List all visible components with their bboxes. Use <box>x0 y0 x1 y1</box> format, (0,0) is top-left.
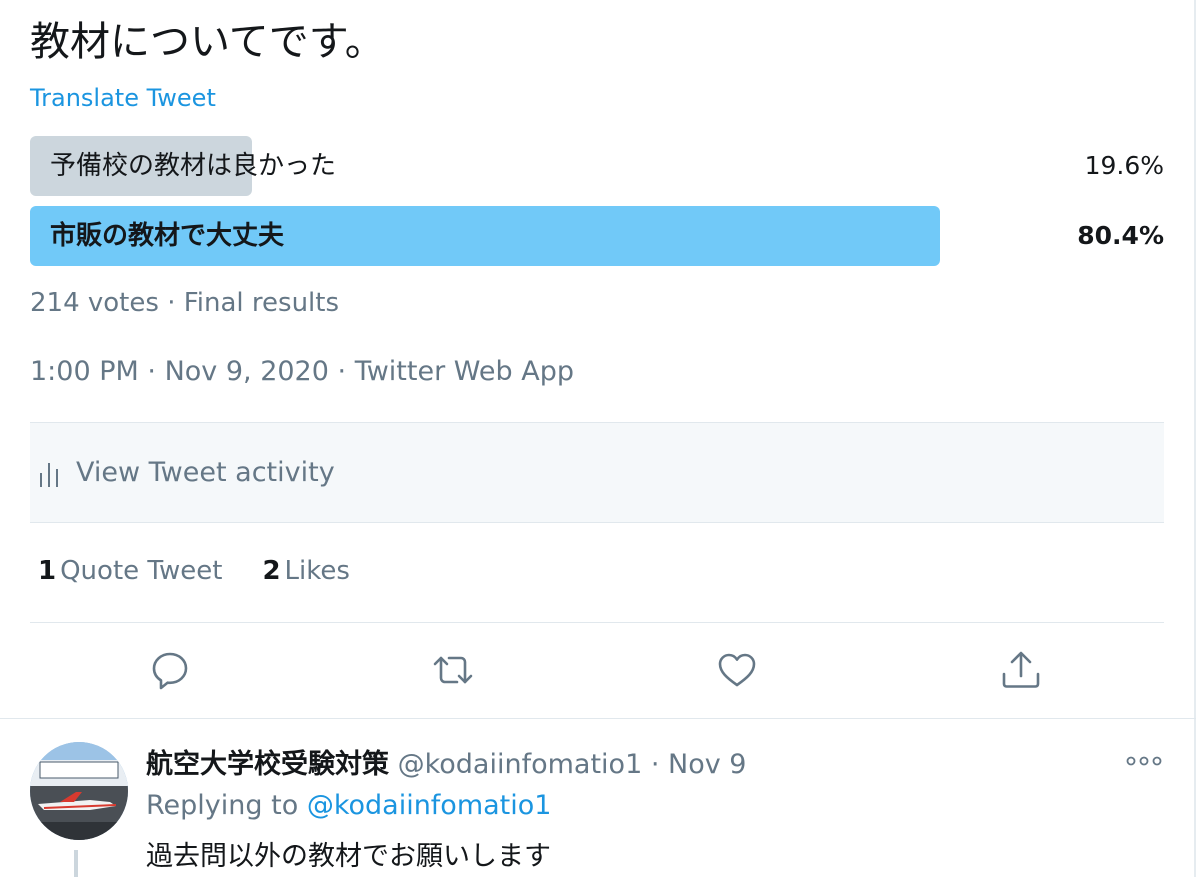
page-right-border <box>1194 0 1196 877</box>
tweet-stats: 1 Quote Tweet 2 Likes <box>38 556 350 586</box>
translate-tweet-link[interactable]: Translate Tweet <box>30 84 216 112</box>
tweet-timestamp: 1:00 PM · Nov 9, 2020 · Twitter Web App <box>30 356 574 387</box>
reply-icon <box>152 652 188 690</box>
quote-tweets-link[interactable]: 1 Quote Tweet <box>38 556 222 586</box>
avatar-image <box>30 742 128 840</box>
share-button[interactable] <box>999 648 1043 692</box>
reply-date[interactable]: Nov 9 <box>668 749 746 780</box>
more-options-icon[interactable] <box>1126 756 1162 766</box>
retweet-button[interactable] <box>431 648 475 692</box>
quote-tweet-label: Quote Tweet <box>60 556 223 586</box>
share-icon <box>1002 651 1040 688</box>
poll-option-2-percent: 80.4% <box>1077 221 1164 250</box>
replying-to-handle[interactable]: @kodaiinfomatio1 <box>307 790 552 821</box>
thread-line <box>74 850 78 877</box>
likes-link[interactable]: 2 Likes <box>262 556 349 586</box>
tweet-actions <box>0 648 1196 698</box>
likes-label: Likes <box>284 556 350 586</box>
bar-chart-icon <box>40 463 58 487</box>
tweet-source[interactable]: Twitter Web App <box>355 356 574 387</box>
meta-separator-1: · <box>147 356 156 387</box>
poll-option-1-label: 予備校の教材は良かった <box>50 151 337 181</box>
replying-to-prefix: Replying to <box>146 790 299 821</box>
divider <box>0 718 1196 719</box>
likes-count: 2 <box>262 556 281 586</box>
poll-status: Final results <box>183 288 340 318</box>
poll-summary: 214 votes · Final results <box>30 288 339 318</box>
reply-header: 航空大学校受験対策 @kodaiinfomatio1 · Nov 9 <box>146 742 747 781</box>
poll-option-1: 予備校の教材は良かった 19.6% <box>30 136 1164 196</box>
avatar[interactable] <box>30 742 128 840</box>
retweet-icon <box>433 656 473 684</box>
meta-separator-2: · <box>337 356 347 387</box>
poll-option-1-percent: 19.6% <box>1084 151 1164 180</box>
reply-button[interactable] <box>148 648 192 692</box>
reply-author-name[interactable]: 航空大学校受験対策 <box>146 749 389 780</box>
reply-author-handle[interactable]: @kodaiinfomatio1 <box>398 749 643 780</box>
like-button[interactable] <box>715 648 759 692</box>
divider <box>30 622 1164 623</box>
tweet-text: 教材についてです。 <box>30 19 385 65</box>
tweet-time[interactable]: 1:00 PM <box>30 356 139 387</box>
view-tweet-activity-button[interactable]: View Tweet activity <box>30 423 1164 522</box>
tweet-date[interactable]: Nov 9, 2020 <box>165 356 329 387</box>
poll-option-2: 市販の教材で大丈夫 80.4% <box>30 206 1164 266</box>
replying-to: Replying to @kodaiinfomatio1 <box>146 790 551 821</box>
quote-tweet-count: 1 <box>38 556 57 586</box>
poll-separator: · <box>167 288 176 318</box>
heart-icon <box>718 653 756 687</box>
poll-option-2-label: 市販の教材で大丈夫 <box>50 221 285 251</box>
view-tweet-activity-label: View Tweet activity <box>76 457 335 488</box>
poll-votes: 214 votes <box>30 288 159 318</box>
divider <box>30 522 1164 523</box>
reply-separator: · <box>650 749 660 780</box>
reply-text: 過去問以外の教材でお願いします <box>146 841 551 872</box>
